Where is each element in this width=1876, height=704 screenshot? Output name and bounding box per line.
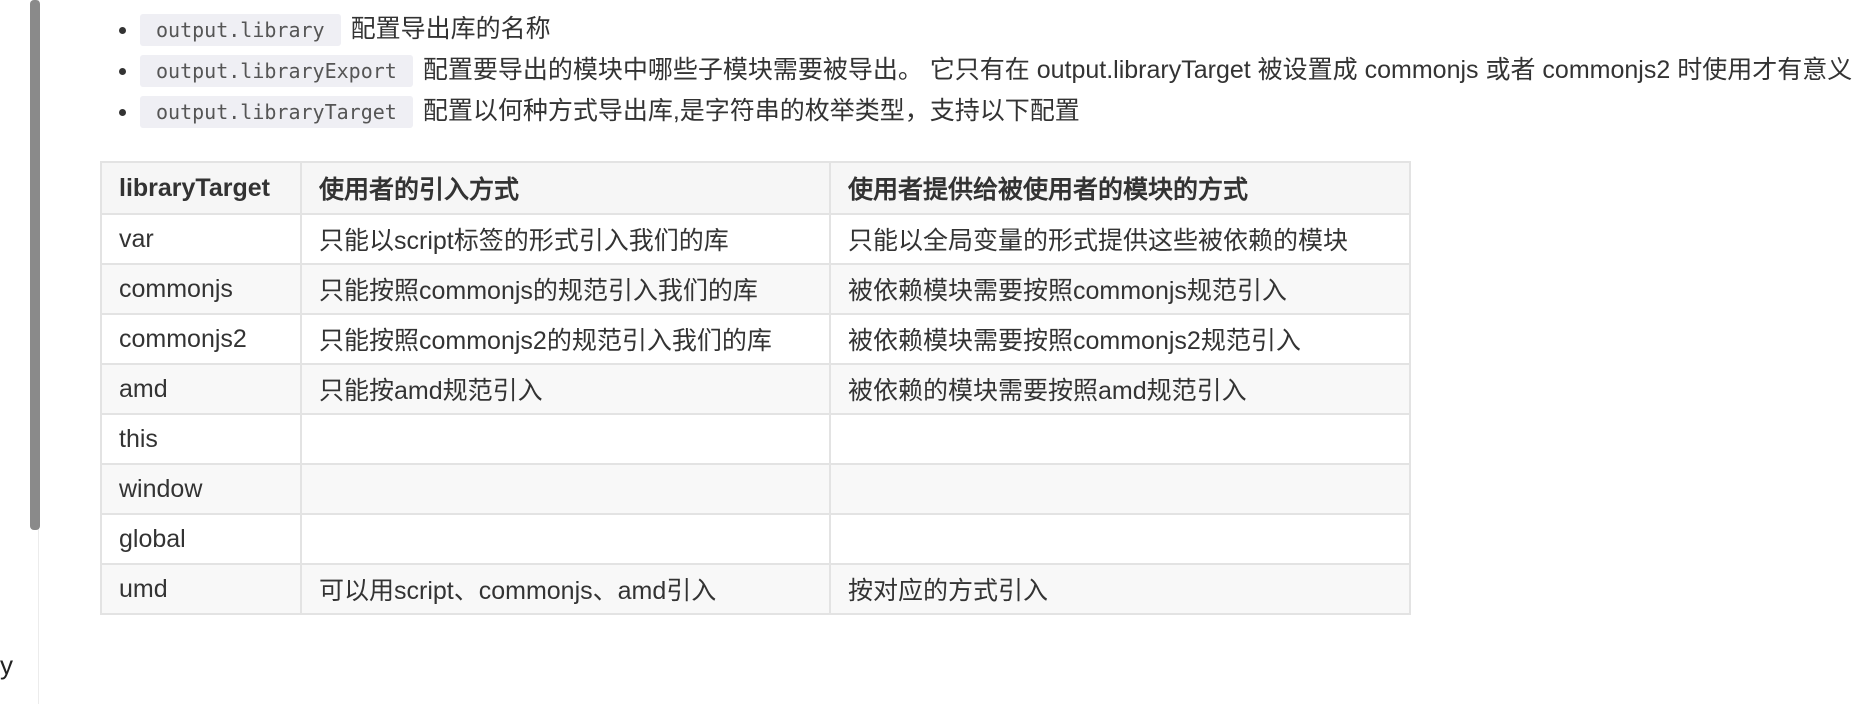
table-cell — [829, 513, 1411, 565]
table-cell — [829, 413, 1411, 465]
table-cell — [300, 413, 831, 465]
table-cell: commonjs — [100, 263, 302, 315]
table-cell: 按对应的方式引入 — [829, 563, 1411, 615]
table-row: global — [100, 513, 1411, 565]
table-row: var 只能以script标签的形式引入我们的库 只能以全局变量的形式提供这些被… — [100, 213, 1411, 265]
table-cell — [829, 463, 1411, 515]
table-cell: umd — [100, 563, 302, 615]
column-header-consumer-import: 使用者的引入方式 — [300, 161, 831, 215]
table-cell — [300, 513, 831, 565]
code-output-librarytarget: output.libraryTarget — [140, 96, 413, 128]
doc-content: output.library 配置导出库的名称 output.libraryExp… — [100, 10, 1860, 615]
table-cell: 被依赖模块需要按照commonjs规范引入 — [829, 263, 1411, 315]
table-row: commonjs 只能按照commonjs的规范引入我们的库 被依赖模块需要按照… — [100, 263, 1411, 315]
table-cell: this — [100, 413, 302, 465]
table-cell: 只能以全局变量的形式提供这些被依赖的模块 — [829, 213, 1411, 265]
table-cell: window — [100, 463, 302, 515]
column-header-librarytarget: libraryTarget — [100, 161, 302, 215]
option-list: output.library 配置导出库的名称 output.libraryExp… — [100, 10, 1860, 131]
table-row: window — [100, 463, 1411, 515]
table-cell: 只能按照commonjs2的规范引入我们的库 — [300, 313, 831, 365]
table-row: amd 只能按amd规范引入 被依赖的模块需要按照amd规范引入 — [100, 363, 1411, 415]
table-header-row: libraryTarget 使用者的引入方式 使用者提供给被使用者的模块的方式 — [100, 161, 1411, 215]
librarytarget-table: libraryTarget 使用者的引入方式 使用者提供给被使用者的模块的方式 … — [100, 161, 1411, 615]
table-row: umd 可以用script、commonjs、amd引入 按对应的方式引入 — [100, 563, 1411, 615]
table-cell — [300, 463, 831, 515]
list-item: output.library 配置导出库的名称 — [140, 10, 1860, 49]
table-cell: var — [100, 213, 302, 265]
sidebar-text-fragment: y — [0, 650, 13, 680]
list-item: output.libraryTarget 配置以何种方式导出库,是字符串的枚举类型… — [140, 92, 1860, 131]
list-item-text: 配置以何种方式导出库,是字符串的枚举类型，支持以下配置 — [422, 97, 1080, 125]
sidebar-scrollbar[interactable] — [30, 0, 40, 530]
table-cell: 只能以script标签的形式引入我们的库 — [300, 213, 831, 265]
table-row: this — [100, 413, 1411, 465]
list-item-text: 配置要导出的模块中哪些子模块需要被导出。 它只有在 output.library… — [422, 56, 1853, 84]
list-item: output.libraryExport 配置要导出的模块中哪些子模块需要被导出。… — [140, 51, 1860, 90]
list-item-text: 配置导出库的名称 — [350, 15, 551, 43]
code-output-library: output.library — [140, 14, 341, 46]
table-cell: commonjs2 — [100, 313, 302, 365]
left-sidebar-edge: y — [0, 0, 40, 704]
table-cell: 只能按照commonjs的规范引入我们的库 — [300, 263, 831, 315]
table-cell: 被依赖的模块需要按照amd规范引入 — [829, 363, 1411, 415]
column-header-dependency-provision: 使用者提供给被使用者的模块的方式 — [829, 161, 1411, 215]
table-cell: 只能按amd规范引入 — [300, 363, 831, 415]
table-cell: global — [100, 513, 302, 565]
table-cell: amd — [100, 363, 302, 415]
table-row: commonjs2 只能按照commonjs2的规范引入我们的库 被依赖模块需要… — [100, 313, 1411, 365]
table-cell: 被依赖模块需要按照commonjs2规范引入 — [829, 313, 1411, 365]
code-output-libraryexport: output.libraryExport — [140, 55, 413, 87]
table-cell: 可以用script、commonjs、amd引入 — [300, 563, 831, 615]
